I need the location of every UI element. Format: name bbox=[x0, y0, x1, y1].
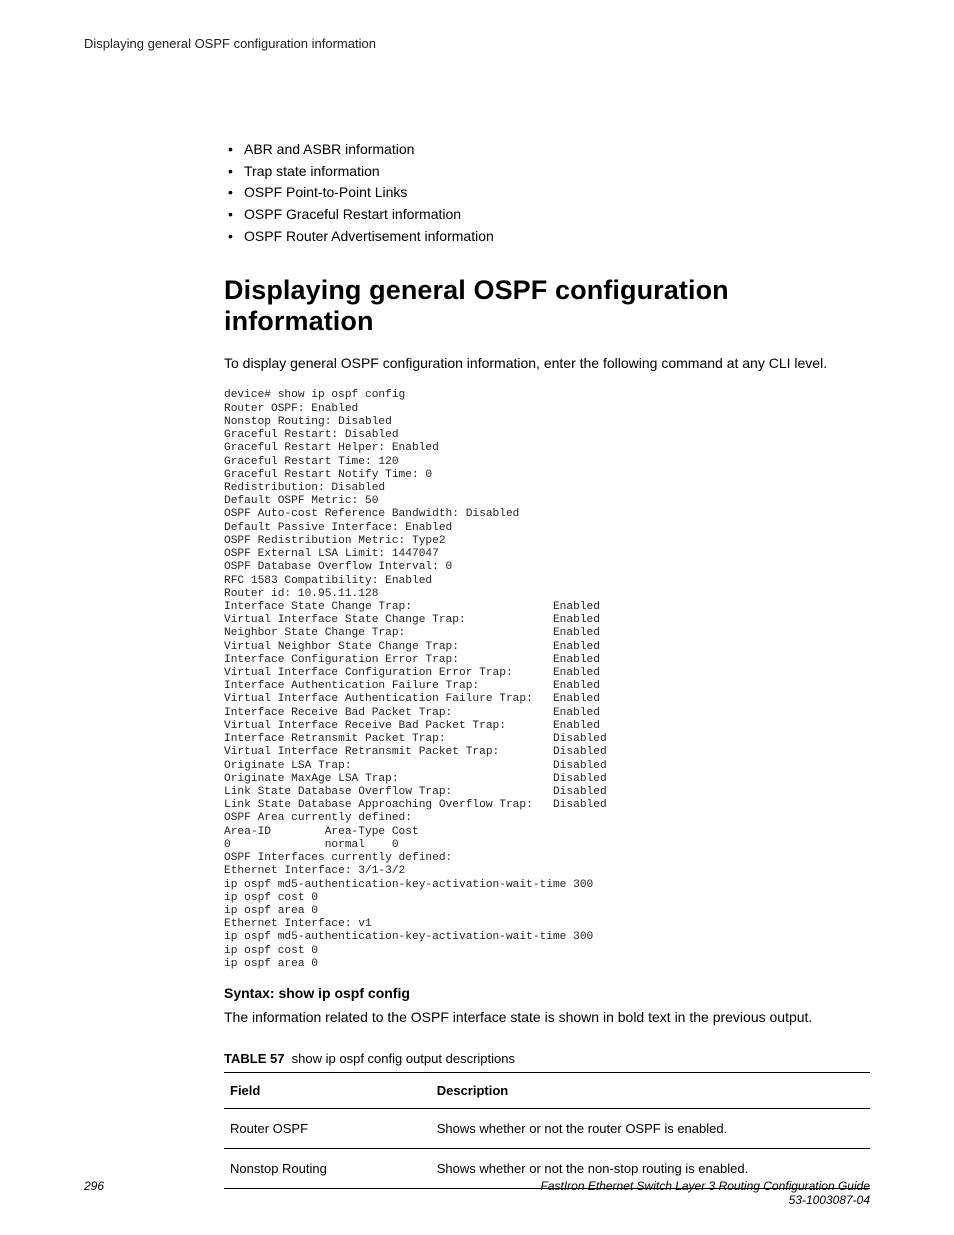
cli-output: device# show ip ospf config Router OSPF:… bbox=[224, 389, 870, 971]
note-paragraph: The information related to the OSPF inte… bbox=[224, 1009, 870, 1025]
table-label: TABLE 57 bbox=[224, 1051, 284, 1066]
page: Displaying general OSPF configuration in… bbox=[0, 0, 954, 1235]
main-content: ABR and ASBR information Trap state info… bbox=[84, 139, 870, 1189]
list-item: Trap state information bbox=[224, 161, 870, 183]
list-item: OSPF Router Advertisement information bbox=[224, 226, 870, 248]
section-heading: Displaying general OSPF configuration in… bbox=[224, 275, 870, 337]
table-row: Router OSPF Shows whether or not the rou… bbox=[224, 1109, 870, 1149]
page-footer: 296 FastIron Ethernet Switch Layer 3 Rou… bbox=[84, 1179, 870, 1207]
list-item: OSPF Graceful Restart information bbox=[224, 204, 870, 226]
page-number: 296 bbox=[84, 1179, 104, 1193]
doc-info: FastIron Ethernet Switch Layer 3 Routing… bbox=[540, 1179, 870, 1207]
doc-number: 53-1003087-04 bbox=[789, 1193, 870, 1207]
intro-paragraph: To display general OSPF configuration in… bbox=[224, 355, 870, 371]
cell-field: Router OSPF bbox=[224, 1109, 431, 1149]
syntax-line: Syntax: show ip ospf config bbox=[224, 985, 870, 1001]
running-head: Displaying general OSPF configuration in… bbox=[84, 36, 870, 51]
list-item: ABR and ASBR information bbox=[224, 139, 870, 161]
bullet-list: ABR and ASBR information Trap state info… bbox=[224, 139, 870, 247]
doc-title: FastIron Ethernet Switch Layer 3 Routing… bbox=[540, 1179, 870, 1193]
col-field: Field bbox=[224, 1073, 431, 1109]
description-table: Field Description Router OSPF Shows whet… bbox=[224, 1072, 870, 1189]
table-caption: TABLE 57 show ip ospf config output desc… bbox=[224, 1051, 870, 1066]
table-header-row: Field Description bbox=[224, 1073, 870, 1109]
col-description: Description bbox=[431, 1073, 870, 1109]
list-item: OSPF Point-to-Point Links bbox=[224, 182, 870, 204]
cell-description: Shows whether or not the router OSPF is … bbox=[431, 1109, 870, 1149]
table-title: show ip ospf config output descriptions bbox=[292, 1051, 515, 1066]
